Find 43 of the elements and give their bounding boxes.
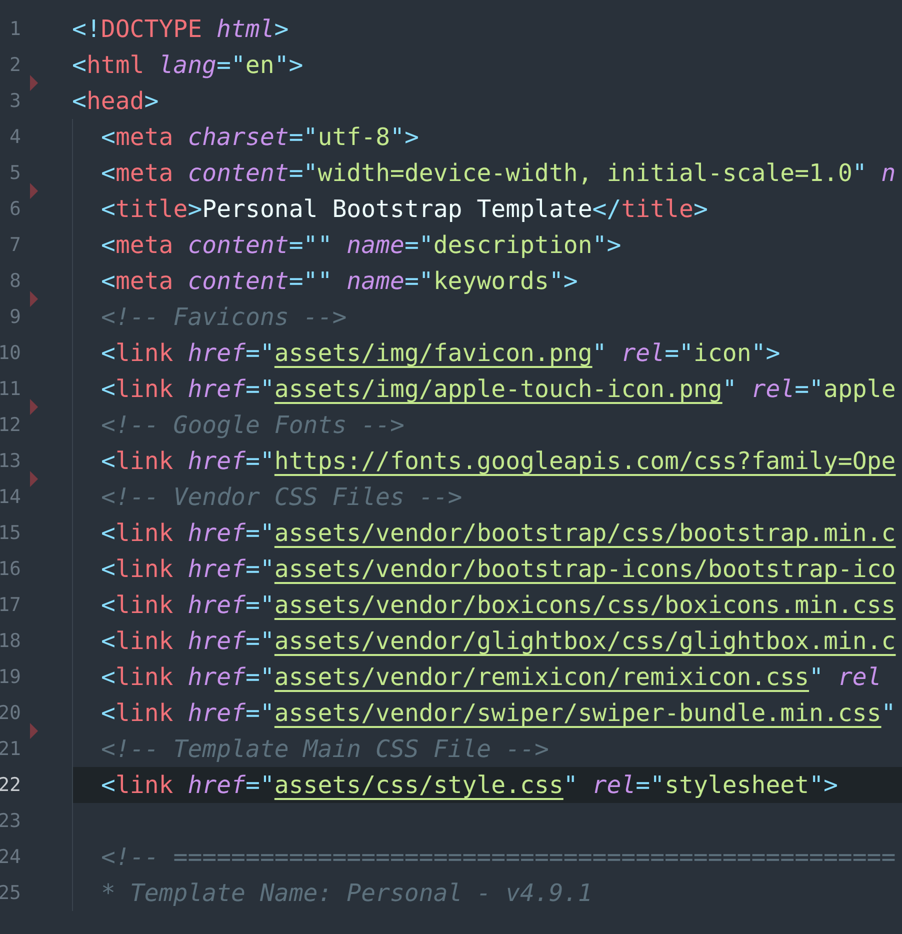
code-line: <link href="assets/vendor/boxicons/css/boxicons.min.css <box>101 590 896 621</box>
code-line: <!-- Vendor CSS Files --> <box>101 482 462 513</box>
code-line: <link href="https://fonts.googleapis.com/css?family=Ope <box>101 446 896 477</box>
line-number: 8 <box>10 269 21 294</box>
code-line: <link href="assets/vendor/bootstrap-icons/bootstrap-ico <box>101 554 896 585</box>
line-number: 18 <box>0 629 21 654</box>
line-number: 14 <box>0 485 21 510</box>
code-line: <link href="assets/vendor/swiper/swiper-bundle.min.css" <box>101 698 896 729</box>
line-number: 3 <box>10 89 21 114</box>
code-line: <title>Personal Bootstrap Template</title> <box>101 194 708 225</box>
line-number: 16 <box>0 557 21 582</box>
code-line: <link href="assets/img/apple-touch-icon.png" rel="apple <box>101 374 896 405</box>
code-line: <!-- ================================================== <box>101 842 896 873</box>
line-number: 12 <box>0 413 21 438</box>
line-number: 15 <box>0 521 21 546</box>
line-number: 1 <box>10 17 21 42</box>
line-number: 6 <box>10 197 21 222</box>
code-line: <link href="assets/vendor/bootstrap/css/bootstrap.min.c <box>101 518 896 549</box>
line-number: 5 <box>10 161 21 186</box>
code-line: <meta content="" name="description"> <box>101 230 622 261</box>
code-line: <link href="assets/img/favicon.png" rel="icon"> <box>101 338 780 369</box>
line-number: 19 <box>0 665 21 690</box>
line-number: 13 <box>0 449 21 474</box>
line-number: 7 <box>10 233 21 258</box>
code-line: <!DOCTYPE html> <box>72 14 289 45</box>
code-line: * Template Name: Personal - v4.9.1 <box>101 878 592 909</box>
line-number: 4 <box>10 125 21 150</box>
code-line: <html lang="en"> <box>72 50 304 81</box>
line-number: 11 <box>0 377 21 402</box>
code-line: <!-- Template Main CSS File --> <box>101 734 549 765</box>
code-line: <link href="assets/css/style.css" rel="stylesheet"> <box>101 770 838 801</box>
code-line: <meta content="" name="keywords"> <box>101 266 578 297</box>
code-line: <!-- Google Fonts --> <box>101 410 404 441</box>
code-line: <link href="assets/vendor/remixicon/remixicon.css" rel <box>101 662 882 693</box>
code-line: <link href="assets/vendor/glightbox/css/glightbox.min.c <box>101 626 896 657</box>
line-number: 17 <box>0 593 21 618</box>
code-line: <head> <box>72 86 159 117</box>
code-line: <meta content="width=device-width, initial-scale=1.0" n <box>101 158 896 189</box>
line-number: 9 <box>10 305 21 330</box>
code-line: <!-- Favicons --> <box>101 302 347 333</box>
line-number: 10 <box>0 341 21 366</box>
line-number: 2 <box>10 53 21 78</box>
code-line: <meta charset="utf-8"> <box>101 122 419 153</box>
